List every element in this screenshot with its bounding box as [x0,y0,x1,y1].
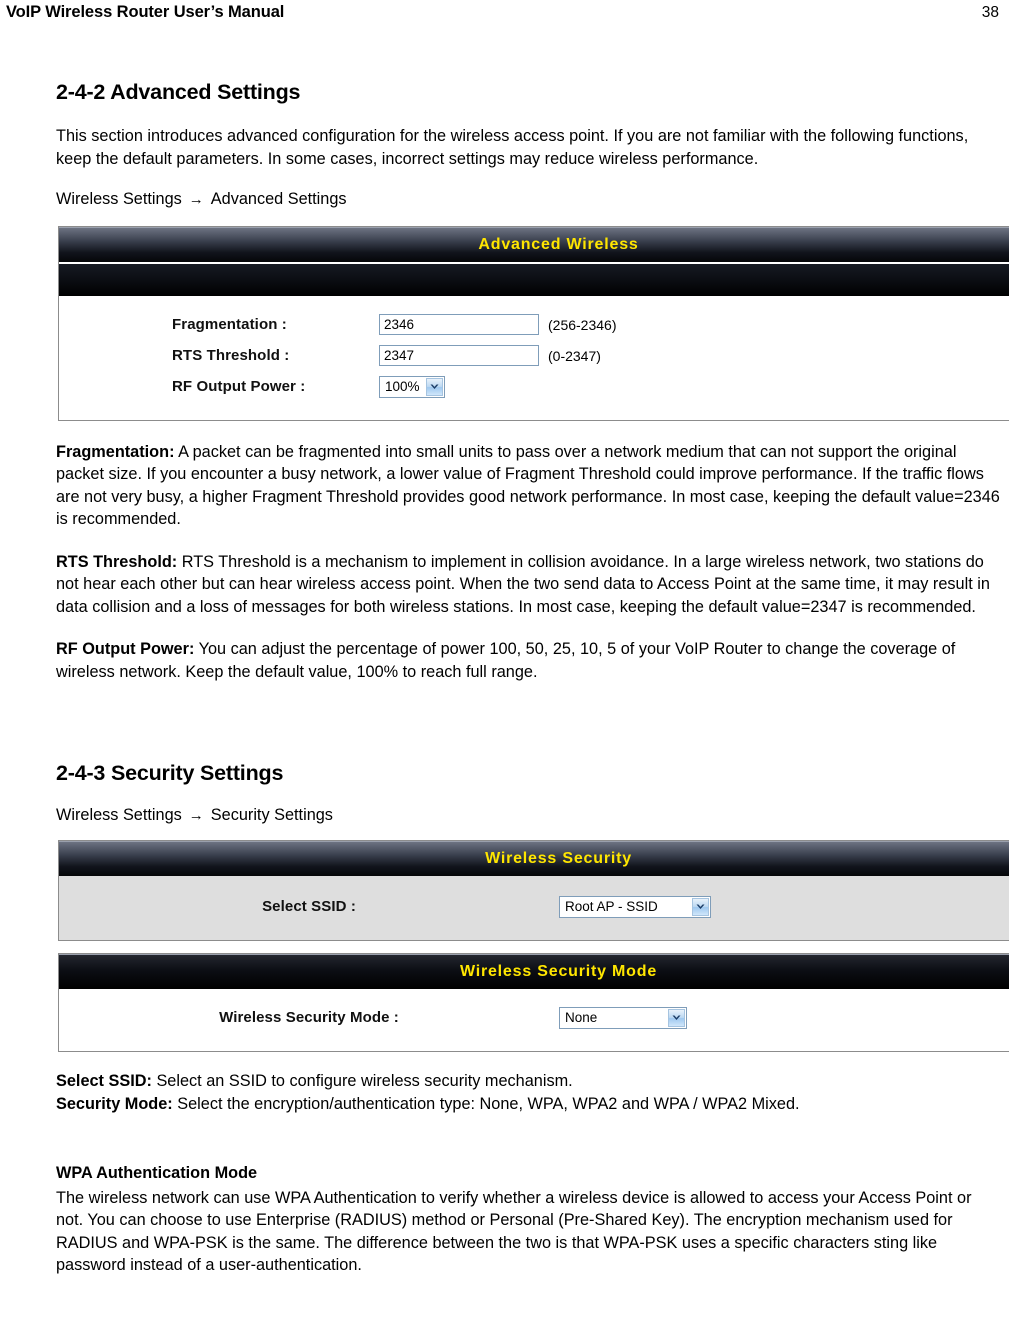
breadcrumb-security-from: Wireless Settings [56,806,182,824]
definition-rf-output-power: RF Output Power: You can adjust the perc… [56,638,1001,683]
definition-security-mode: Security Mode: Select the encryption/aut… [56,1093,1001,1116]
wireless-security-titlebar: Wireless Security [59,840,1009,876]
select-ssid-dropdown[interactable]: Root AP - SSID [559,895,711,918]
field-wireless-security-mode: None [559,1006,687,1029]
wireless-security-mode-panel: Wireless Security Mode Wireless Security… [58,952,1009,1052]
heading-advanced-settings: 2-4-2 Advanced Settings [56,80,301,104]
definition-rts-threshold-text: RTS Threshold is a mechanism to implemen… [56,552,990,616]
page-content: 2-4-2 Advanced Settings This section int… [0,80,1009,1277]
wireless-security-body: Select SSID : Root AP - SSID [59,875,1009,940]
page-header: VoIP Wireless Router User’s Manual 38 [0,0,1009,24]
definition-rf-output-power-term: RF Output Power: [56,640,195,658]
screenshot-wireless-security: Wireless Security Select SSID : Root AP … [58,839,1009,941]
breadcrumb-security-to: Security Settings [210,806,333,824]
row-rts-threshold: RTS Threshold : (0-2347) [59,341,1009,371]
vertical-spacer [56,1116,1001,1164]
fragmentation-range-hint: (256-2346) [548,316,617,333]
arrow-right-icon: → [188,191,204,208]
screenshot-wireless-security-mode: Wireless Security Mode Wireless Security… [58,952,1009,1052]
definition-fragmentation: Fragmentation: A packet can be fragmente… [56,441,1001,531]
field-fragmentation: (256-2346) [379,314,617,335]
label-select-ssid: Select SSID : [262,898,356,915]
definition-rts-threshold-term: RTS Threshold: [56,552,178,571]
rf-output-power-select[interactable]: 100% [379,375,445,398]
wireless-security-panel: Wireless Security Select SSID : Root AP … [58,839,1009,941]
rts-threshold-input[interactable] [379,345,539,366]
definition-security-mode-text: Select the encryption/authentication typ… [172,1094,800,1113]
definition-rts-threshold: RTS Threshold: RTS Threshold is a mechan… [56,551,1001,619]
field-rf-output-power: 100% [379,375,445,398]
chevron-down-icon[interactable] [426,377,443,396]
breadcrumb-from: Wireless Settings [56,190,182,208]
label-wireless-security-mode: Wireless Security Mode : [219,1009,399,1026]
manual-title: VoIP Wireless Router User’s Manual [6,3,285,21]
definition-select-ssid-text: Select an SSID to configure wireless sec… [151,1071,573,1090]
field-select-ssid: Root AP - SSID [559,895,711,918]
wireless-security-mode-title: Wireless Security Mode [459,962,658,980]
advanced-wireless-title: Advanced Wireless [478,235,639,253]
definition-fragmentation-text: A packet can be fragmented into small un… [56,442,1000,529]
row-fragmentation: Fragmentation : (256-2346) [59,310,1009,340]
chevron-down-icon[interactable] [692,897,709,916]
wpa-authentication-paragraph: The wireless network can use WPA Authent… [56,1188,972,1275]
field-rts-threshold: (0-2347) [379,345,601,366]
row-wireless-security-mode: Wireless Security Mode : None [59,1003,1009,1033]
advanced-intro-paragraph: This section introduces advanced configu… [56,127,969,168]
row-rf-output-power: RF Output Power : 100% [59,372,1009,402]
subheading-wpa-authentication-mode: WPA Authentication Mode [56,1163,258,1182]
rf-output-power-value: 100% [385,379,420,394]
select-ssid-value: Root AP - SSID [565,899,658,914]
label-fragmentation: Fragmentation : [172,316,287,333]
breadcrumb-advanced: Wireless Settings → Advanced Settings [56,188,1001,212]
wireless-security-title: Wireless Security [485,849,632,867]
arrow-right-icon: → [188,807,204,824]
advanced-wireless-titlebar: Advanced Wireless [59,226,1009,262]
label-rf-output-power: RF Output Power : [172,378,306,395]
wireless-security-mode-body: Wireless Security Mode : None [59,988,1009,1051]
definition-select-ssid-term: Select SSID: [56,1071,152,1090]
security-definitions: Select SSID: Select an SSID to configure… [56,1070,1001,1116]
page-number: 38 [981,4,999,21]
definition-security-mode-term: Security Mode: [56,1094,173,1113]
screenshot-advanced-wireless: Advanced Wireless Fragmentation : (256-2… [58,225,1009,421]
label-rts-threshold: RTS Threshold : [172,347,290,364]
breadcrumb-to: Advanced Settings [210,190,347,208]
wireless-security-mode-dropdown[interactable]: None [559,1006,687,1029]
breadcrumb-security: Wireless Settings → Security Settings [56,804,1001,828]
wireless-security-mode-value: None [565,1010,598,1025]
advanced-wireless-subbar [59,261,1009,296]
rts-threshold-range-hint: (0-2347) [548,347,601,364]
advanced-wireless-panel: Advanced Wireless Fragmentation : (256-2… [58,225,1009,421]
wireless-security-mode-titlebar: Wireless Security Mode [59,953,1009,989]
chevron-down-icon[interactable] [668,1008,685,1027]
definition-select-ssid: Select SSID: Select an SSID to configure… [56,1070,1001,1093]
row-select-ssid: Select SSID : Root AP - SSID [59,892,1009,922]
advanced-wireless-body: Fragmentation : (256-2346) RTS Threshold… [59,295,1009,420]
fragmentation-input[interactable] [379,314,539,335]
heading-security-settings: 2-4-3 Security Settings [56,761,284,785]
definition-fragmentation-term: Fragmentation: [56,442,175,461]
